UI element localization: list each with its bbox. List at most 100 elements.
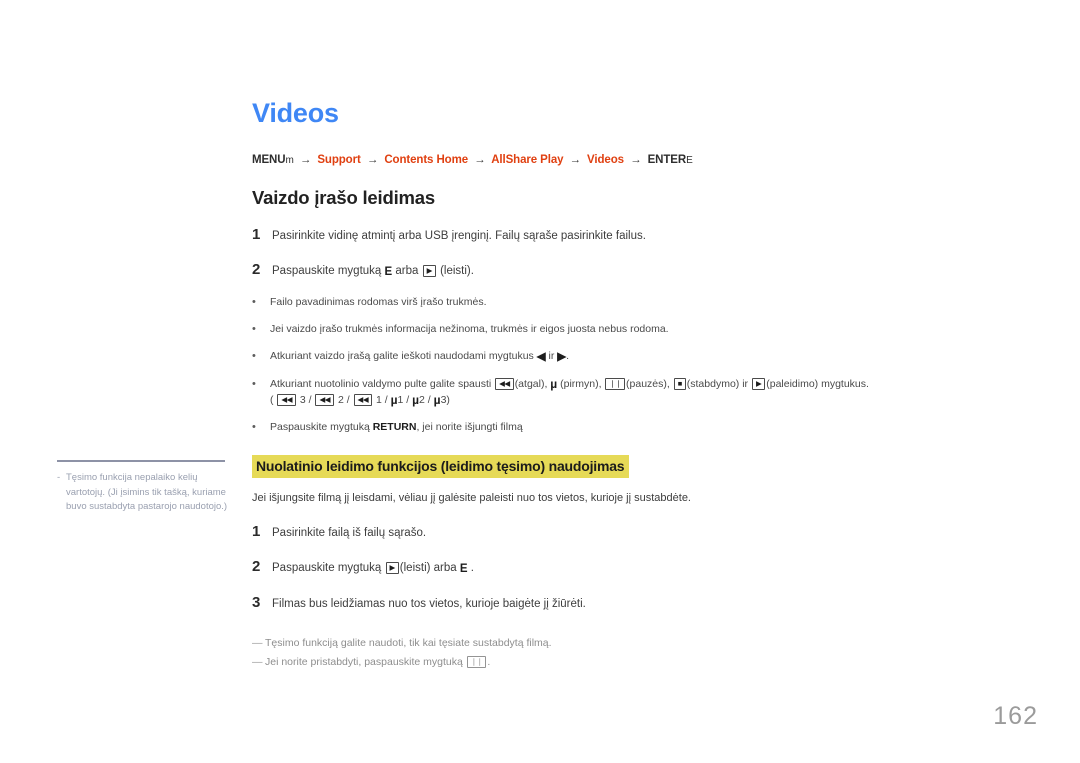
breadcrumb-item-support[interactable]: Support — [317, 154, 360, 166]
speed-list-n3: 1 / — [373, 394, 391, 406]
bullet-text: Atkuriant nuotolinio valdymo pulte galit… — [270, 376, 1042, 408]
speed-list-n1: 3 / — [296, 394, 315, 406]
breadcrumb-arrow-icon: → — [474, 154, 486, 166]
bullet-text-pre: Atkuriant vaizdo įrašą galite ieškoti na… — [270, 350, 537, 362]
play-key-icon: ▶ — [751, 378, 766, 390]
step-item: 2 Paspauskite mygtuką E arba ▶ (leisti). — [252, 261, 1042, 280]
side-note-row: - Tęsimo funkcija nepalaiko kelių vartot… — [57, 471, 232, 515]
step-item: 1 Pasirinkite failą iš failų sąrašo. — [252, 523, 1042, 541]
bullet-dot-icon: • — [252, 323, 256, 335]
fast-forward-key-icon: µ — [412, 393, 420, 407]
bullet-text-post: . — [566, 350, 570, 362]
step-item: 1 Pasirinkite vidinę atmintį arba USB įr… — [252, 226, 1042, 244]
enter-glyph-icon: E — [686, 155, 693, 166]
bullet-list: • Failo pavadinimas rodomas virš įrašo t… — [252, 294, 1042, 435]
play-key-icon: ▶ — [422, 265, 436, 277]
side-note-bullet-icon: - — [57, 472, 61, 483]
bullet-dot-icon: • — [252, 378, 256, 390]
enter-key-icon: E — [459, 563, 468, 575]
pause-key-icon: ❘❘ — [605, 378, 626, 390]
step-text-suffix: . — [467, 562, 474, 574]
bullet-text-t2: (pirmyn), — [557, 378, 605, 390]
side-note: - Tęsimo funkcija nepalaiko kelių vartot… — [57, 460, 232, 515]
step-number: 3 — [252, 594, 261, 611]
bullet-text-mid: ir — [545, 350, 558, 362]
resume-lead-text: Jei išjungsite filmą jį leisdami, vėliau… — [252, 492, 691, 504]
bullet-text-pre: Atkuriant nuotolinio valdymo pulte galit… — [270, 378, 495, 390]
side-note-divider — [57, 460, 225, 462]
bullet-text: Failo pavadinimas rodomas virš įrašo tru… — [270, 296, 487, 308]
bullet-text-pre: Paspauskite mygtuką — [270, 421, 373, 433]
breadcrumb-item-videos[interactable]: Videos — [587, 154, 624, 166]
bullet-item: • Atkuriant nuotolinio valdymo pulte gal… — [252, 376, 1042, 408]
speed-list-n4: 1 / — [397, 394, 413, 406]
speed-list-open: ( — [270, 394, 277, 406]
breadcrumb-arrow-icon: → — [569, 154, 582, 166]
bullet-text: Atkuriant vaizdo įrašą galite ieškoti na… — [270, 348, 1042, 365]
note-text-pre: Jei norite pristabdyti, paspauskite mygt… — [265, 656, 466, 668]
fast-forward-key-icon: µ — [390, 393, 398, 407]
step-text: Pasirinkite vidinę atmintį arba USB įren… — [272, 230, 646, 242]
note-dash-icon: — — [252, 656, 263, 668]
side-note-text: Tęsimo funkcija nepalaiko kelių vartotoj… — [66, 472, 228, 512]
bullet-dot-icon: • — [252, 421, 256, 433]
breadcrumb-arrow-icon: → — [630, 154, 642, 166]
step-number: 2 — [252, 261, 261, 278]
breadcrumb-arrow-icon: → — [299, 154, 312, 166]
step-text: Paspauskite mygtuką E arba ▶ (leisti). — [272, 263, 1042, 280]
breadcrumb-root-label: MENU — [252, 154, 286, 166]
step-text-suffix: (leisti). — [436, 265, 474, 277]
breadcrumb-arrow-icon: → — [366, 154, 379, 166]
bullet-text-t5: (paleidimo) mygtukus. — [766, 378, 869, 390]
page-number: 162 — [993, 702, 1038, 730]
menu-glyph-icon: m — [285, 155, 294, 166]
breadcrumb-item-enter: ENTER — [647, 154, 687, 166]
pause-key-icon: ❘❘ — [466, 656, 487, 668]
step-text: Paspauskite mygtuką ▶ (leisti) arba E . — [272, 560, 1042, 577]
section-heading: Vaizdo įrašo leidimas — [252, 187, 435, 208]
play-key-icon: ▶ — [385, 562, 399, 574]
bullet-dot-icon: • — [252, 296, 256, 308]
bullet-text-t4: (stabdymo) ir — [686, 378, 751, 390]
fast-forward-key-icon: µ — [433, 393, 441, 407]
rewind-key-icon: ◀◀ — [315, 394, 335, 406]
bullet-dot-icon: • — [252, 350, 256, 362]
note-dash-icon: — — [252, 637, 263, 649]
bullet-text-t3: (pauzės), — [626, 378, 673, 390]
main-content: Videos MENUm → Support → Contents Home →… — [252, 0, 1042, 672]
bullet-text: Paspauskite mygtuką RETURN, jei norite i… — [270, 419, 1042, 435]
bullet-text-post: , jei norite išjungti filmą — [416, 421, 523, 433]
breadcrumb-item-allshare-play[interactable]: AllShare Play — [491, 154, 563, 166]
speed-list-n5: 2 / — [419, 394, 434, 406]
step-item: 3 Filmas bus leidžiamas nuo tos vietos, … — [252, 594, 1042, 612]
bullet-text: Jei vaizdo įrašo trukmės informacija než… — [270, 323, 669, 335]
stop-key-icon: ■ — [673, 378, 686, 390]
manual-page: - Tęsimo funkcija nepalaiko kelių vartot… — [0, 0, 1080, 763]
step-number: 2 — [252, 558, 261, 575]
note-item: — Jei norite pristabdyti, paspauskite my… — [252, 653, 1042, 672]
note-text: Tęsimo funkciją galite naudoti, tik kai … — [265, 637, 552, 649]
breadcrumb: MENUm → Support → Contents Home → AllSha… — [252, 154, 1042, 166]
note-list: — Tęsimo funkciją galite naudoti, tik ka… — [252, 634, 1042, 672]
step-text: Pasirinkite failą iš failų sąrašo. — [272, 527, 427, 539]
return-key-label: RETURN — [372, 421, 417, 433]
step-number: 1 — [252, 226, 261, 243]
rewind-key-icon: ◀◀ — [495, 378, 514, 390]
speed-list-n2: 2 / — [335, 394, 353, 406]
note-text-post: . — [487, 656, 491, 668]
bullet-item: • Failo pavadinimas rodomas virš įrašo t… — [252, 294, 1042, 310]
note-item: — Tęsimo funkciją galite naudoti, tik ka… — [252, 634, 1042, 653]
speed-list-n6: 3) — [440, 394, 450, 406]
bullet-text-t1: (atgal), — [514, 378, 551, 390]
step-text-middle: (leisti) arba — [399, 562, 460, 574]
breadcrumb-item-contents-home[interactable]: Contents Home — [384, 154, 468, 166]
rewind-key-icon: ◀◀ — [353, 394, 373, 406]
page-title: Videos — [252, 98, 339, 128]
rewind-key-icon: ◀◀ — [277, 394, 296, 406]
step-text-middle: arba — [392, 265, 422, 277]
left-arrow-key-icon: ◀ — [536, 351, 546, 363]
bullet-item: • Jei vaizdo įrašo trukmės informacija n… — [252, 321, 1042, 337]
resume-section-heading: Nuolatinio leidimo funkcijos (leidimo tę… — [252, 455, 630, 478]
note-text: Jei norite pristabdyti, paspauskite mygt… — [265, 653, 1042, 672]
right-arrow-key-icon: ▶ — [557, 351, 567, 363]
